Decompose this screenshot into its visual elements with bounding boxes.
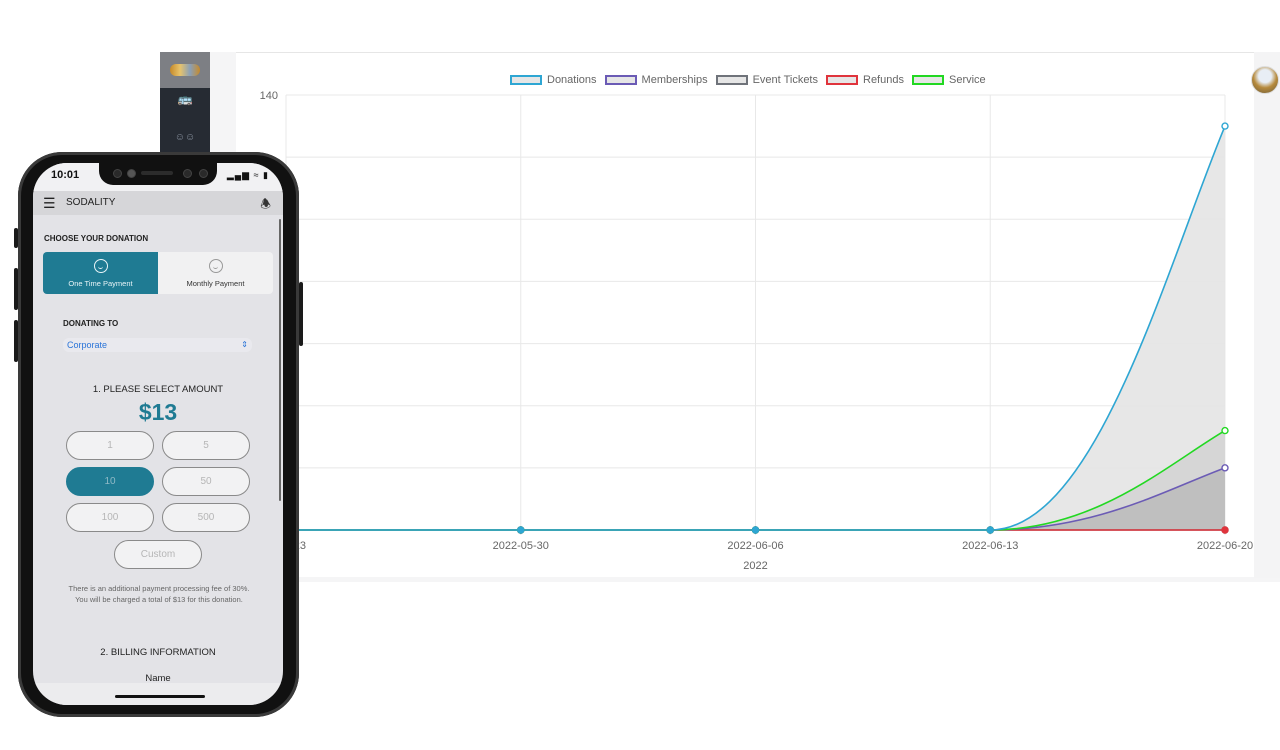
phone-power-button xyxy=(299,282,303,346)
option-label: One Time Payment xyxy=(68,278,133,288)
amount-button-1[interactable]: 1 xyxy=(66,431,154,460)
data-point xyxy=(1221,464,1229,472)
x-tick-label: 2022-06-06 xyxy=(727,540,783,552)
donating-to-select[interactable]: Corporate ⇕ xyxy=(63,338,252,352)
one-time-payment-option[interactable]: One Time Payment xyxy=(43,252,158,294)
data-point xyxy=(751,526,760,534)
x-tick-label: 2022-06-13 xyxy=(962,540,1018,552)
select-amount-title: 1. PLEASE SELECT AMOUNT xyxy=(92,384,224,395)
x-tick-label: 2022-06-20 xyxy=(1197,540,1253,552)
phone-notch xyxy=(99,163,217,185)
phone-mute-button xyxy=(14,228,18,248)
option-label: Monthly Payment xyxy=(186,278,245,288)
app-bar: ☰ SODALITY 🕭 xyxy=(33,191,283,215)
amount-button-10[interactable]: 10 xyxy=(66,467,154,496)
amount-button-500[interactable]: 500 xyxy=(162,503,250,532)
billing-title: 2. BILLING INFORMATION xyxy=(100,647,216,658)
phone-volume-down-button xyxy=(14,320,18,362)
monthly-payment-option[interactable]: Monthly Payment xyxy=(158,252,273,294)
grin-icon xyxy=(208,258,223,273)
bell-icon[interactable]: 🕭 xyxy=(260,195,271,216)
data-point xyxy=(1221,122,1229,130)
app-title: SODALITY xyxy=(66,197,116,208)
home-indicator xyxy=(115,695,205,698)
amount-button-5[interactable]: 5 xyxy=(162,431,250,460)
donating-to-label: DONATING TO xyxy=(63,319,119,328)
x-tick-label: 2022-05-30 xyxy=(493,540,549,552)
status-time: 10:01 xyxy=(51,169,80,181)
phone-volume-up-button xyxy=(14,268,18,310)
select-chevron-icon: ⇕ xyxy=(241,340,248,349)
custom-amount-button[interactable]: Custom xyxy=(114,540,202,569)
amount-button-100[interactable]: 100 xyxy=(66,503,154,532)
phone-mockup: 10:01 ▂▄▆ ≈ ▮ ☰ SODALITY 🕭 CHOOSE YOUR D… xyxy=(14,152,303,717)
data-point xyxy=(1221,526,1229,534)
choose-donation-title: CHOOSE YOUR DONATION xyxy=(44,234,149,243)
home-indicator-area xyxy=(33,683,283,705)
smile-icon xyxy=(93,258,108,273)
data-point xyxy=(517,526,525,534)
data-point xyxy=(1221,426,1229,435)
y-tick-label: 140 xyxy=(260,90,278,102)
x-axis-label: 2022 xyxy=(743,560,767,572)
status-icons: ▂▄▆ ≈ ▮ xyxy=(226,170,269,180)
payment-type-toggle: One Time Payment Monthly Payment xyxy=(43,252,273,294)
hamburger-icon[interactable]: ☰ xyxy=(43,196,56,210)
scrollbar[interactable] xyxy=(279,219,281,501)
data-point xyxy=(986,526,994,534)
amount-button-50[interactable]: 50 xyxy=(162,467,250,496)
select-value: Corporate xyxy=(67,340,108,350)
fee-note: There is an additional payment processin… xyxy=(68,584,250,604)
phone-screen: 10:01 ▂▄▆ ≈ ▮ ☰ SODALITY 🕭 CHOOSE YOUR D… xyxy=(33,163,283,705)
amount-display: $13 xyxy=(138,399,178,425)
